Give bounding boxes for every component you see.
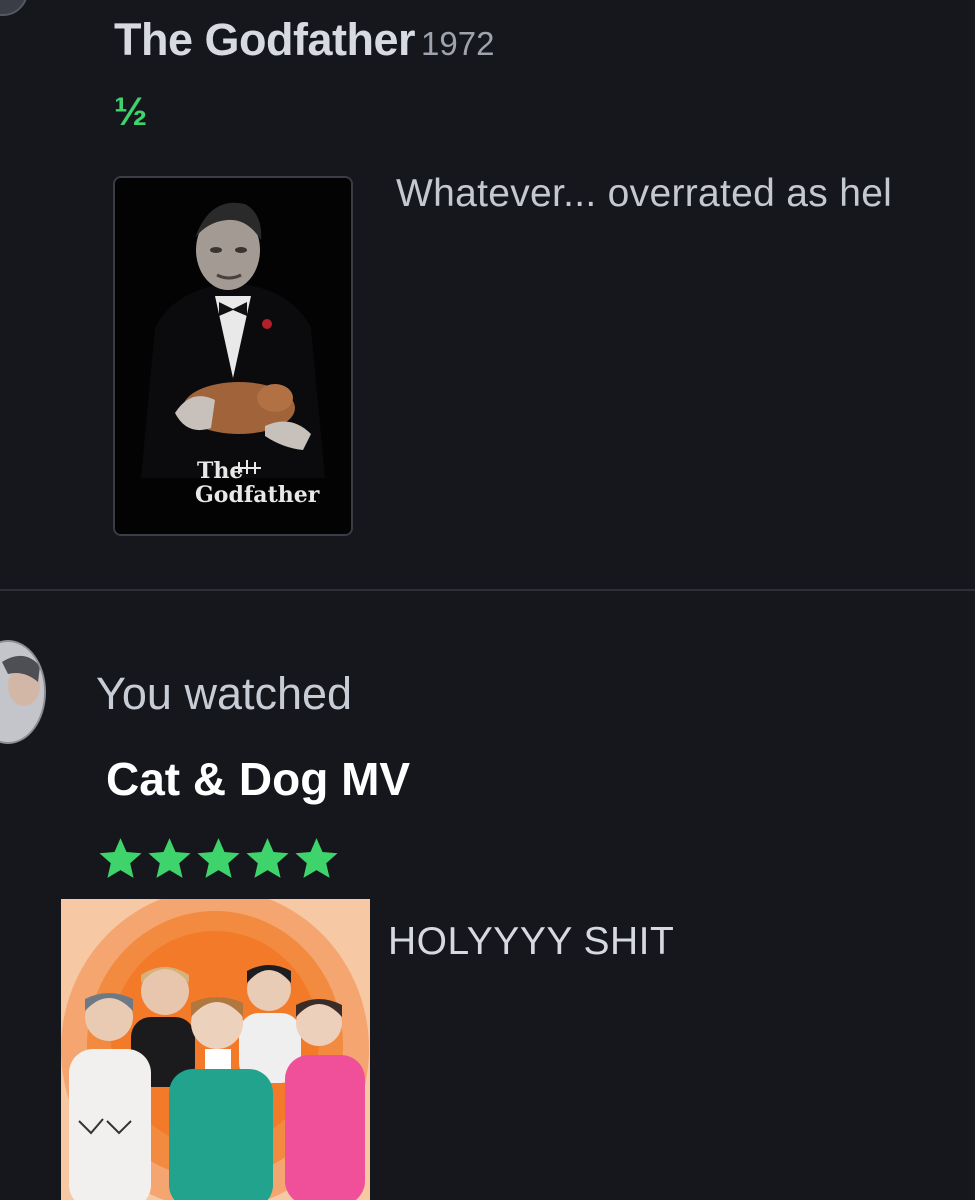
avatar[interactable]: [0, 640, 46, 744]
star-icon: [295, 838, 338, 878]
film-title[interactable]: The Godfather 1972: [114, 14, 494, 66]
activity-label: You watched: [96, 668, 353, 719]
film-year: 1972: [421, 25, 495, 62]
review-text: Whatever... overrated as hel: [396, 172, 893, 215]
divider: [0, 589, 975, 591]
rating-half-star: ½: [114, 90, 148, 134]
movie-poster[interactable]: The Godfather: [113, 176, 353, 536]
poster-illustration: [61, 899, 370, 1200]
avatar-image: [0, 642, 44, 742]
avatar[interactable]: [0, 0, 28, 16]
poster-title-line2: Godfather: [195, 482, 320, 508]
star-icon: [197, 838, 240, 878]
film-title[interactable]: Cat & Dog MV: [106, 752, 410, 806]
film-title-text[interactable]: The Godfather: [114, 14, 416, 65]
review-text: HOLYYYY SHIT: [388, 920, 675, 963]
poster-title-line1: The: [197, 458, 243, 484]
poster-illustration: The Godfather: [115, 178, 351, 534]
movie-poster[interactable]: [61, 899, 370, 1200]
star-rating: [96, 834, 341, 883]
star-icon: [148, 838, 191, 878]
star-icon: [99, 838, 142, 878]
star-icon: [246, 838, 289, 878]
